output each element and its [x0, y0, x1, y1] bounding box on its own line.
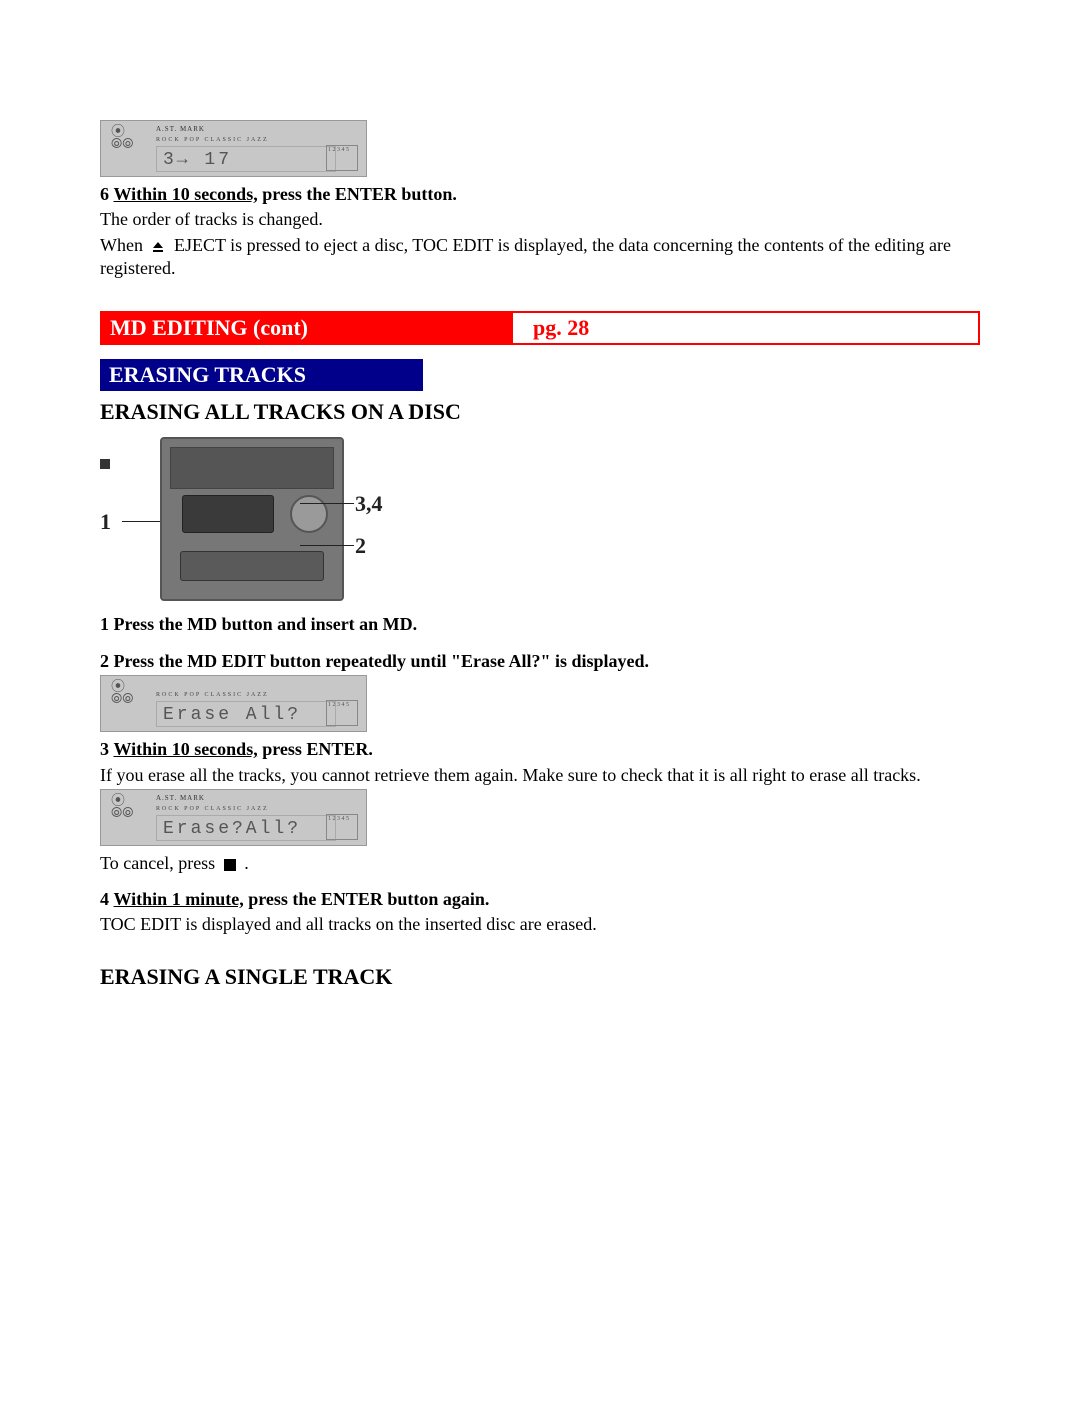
lead-line [340, 503, 354, 504]
step-4-line1: TOC EDIT is displayed and all tracks on … [100, 913, 980, 936]
lcd-top-1: A.ST. MARK [156, 125, 205, 133]
step-6-rest: press the ENTER button. [258, 184, 457, 204]
lcd-mid-3: ROCK POP CLASSIC JAZZ [156, 806, 269, 812]
lcd-grid-1: 1 2 3 4 5 [326, 145, 358, 171]
step-6-line1: The order of tracks is changed. [100, 208, 980, 231]
stereo-knob-icon [290, 495, 328, 533]
stereo-diagram: 1 3,4 2 [100, 437, 410, 601]
heading-erase-all: ERASING ALL TRACKS ON A DISC [100, 399, 980, 425]
lcd-display-1: ⦿⦾⦾ A.ST. MARK ROCK POP CLASSIC JAZZ 3→ … [100, 120, 367, 177]
step-3-line1: If you erase all the tracks, you cannot … [100, 764, 980, 787]
step-4-underline: Within 1 minute, [114, 889, 244, 909]
lead-line [300, 545, 340, 546]
step-6-underline: Within 10 seconds, [114, 184, 258, 204]
section-page: pg. 28 [513, 313, 609, 343]
lead-line [340, 545, 354, 546]
disc-icon: ⦿⦾⦾ [111, 682, 133, 706]
document-page: ⦿⦾⦾ A.ST. MARK ROCK POP CLASSIC JAZZ 3→ … [0, 0, 1080, 1402]
step-4-num: 4 [100, 889, 109, 909]
callout-1: 1 [100, 509, 111, 535]
lcd-display-3: ⦿⦾⦾ A.ST. MARK ROCK POP CLASSIC JAZZ Era… [100, 789, 367, 846]
step-4-rest: press the ENTER button again. [244, 889, 490, 909]
section-header: MD EDITING (cont) pg. 28 [100, 311, 980, 345]
callout-34: 3,4 [355, 491, 383, 517]
cancel-line: To cancel, press . [100, 852, 980, 875]
step-3: 3 Within 10 seconds, press ENTER. [100, 738, 980, 761]
disc-icon: ⦿⦾⦾ [111, 127, 133, 151]
step-3-num: 3 [100, 739, 109, 759]
lcd-text-3: Erase?All? [156, 815, 336, 841]
step-2: 2 Press the MD EDIT button repeatedly un… [100, 650, 980, 673]
heading-erase-single: ERASING A SINGLE TRACK [100, 964, 980, 990]
step-6-line2a: When [100, 235, 147, 255]
disc-icon: ⦿⦾⦾ [111, 796, 133, 820]
lcd-display-2: ⦿⦾⦾ ROCK POP CLASSIC JAZZ Erase All? 1 2… [100, 675, 367, 732]
lcd-mid-1: ROCK POP CLASSIC JAZZ [156, 137, 269, 143]
step-1-num: 1 [100, 614, 109, 634]
stop-hint-icon [100, 459, 110, 469]
lcd-text-2: Erase All? [156, 701, 336, 727]
callout-2: 2 [355, 533, 366, 559]
step-1: 1 Press the MD button and insert an MD. [100, 613, 980, 636]
subsection-title: ERASING TRACKS [100, 359, 423, 391]
step-2-text: Press the MD EDIT button repeatedly unti… [109, 651, 649, 671]
step-3-underline: Within 10 seconds, [114, 739, 258, 759]
step-2-num: 2 [100, 651, 109, 671]
lead-line [122, 521, 160, 522]
lcd-text-1: 3→ 17 [156, 146, 336, 172]
step-4: 4 Within 1 minute, press the ENTER butto… [100, 888, 980, 911]
stereo-deck-icon [180, 551, 324, 581]
step-6: 6 Within 10 seconds, press the ENTER but… [100, 183, 980, 206]
lcd-grid-3: 1 2 3 4 5 [326, 814, 358, 840]
eject-icon [151, 240, 165, 254]
lead-line [300, 503, 340, 504]
step-6-num: 6 [100, 184, 109, 204]
lcd-top-3: A.ST. MARK [156, 794, 205, 802]
stereo-body [160, 437, 344, 601]
step-6-line2b: EJECT is pressed to eject a disc, TOC ED… [100, 235, 951, 278]
cancel-pre: To cancel, press [100, 853, 220, 873]
step-3-rest: press ENTER. [258, 739, 373, 759]
section-title: MD EDITING (cont) [102, 313, 513, 343]
lcd-mid-2: ROCK POP CLASSIC JAZZ [156, 692, 269, 698]
step-1-text: Press the MD button and insert an MD. [109, 614, 417, 634]
cancel-post: . [244, 853, 249, 873]
step-6-line2: When EJECT is pressed to eject a disc, T… [100, 234, 980, 281]
stop-icon [224, 859, 236, 871]
lcd-grid-2: 1 2 3 4 5 [326, 700, 358, 726]
